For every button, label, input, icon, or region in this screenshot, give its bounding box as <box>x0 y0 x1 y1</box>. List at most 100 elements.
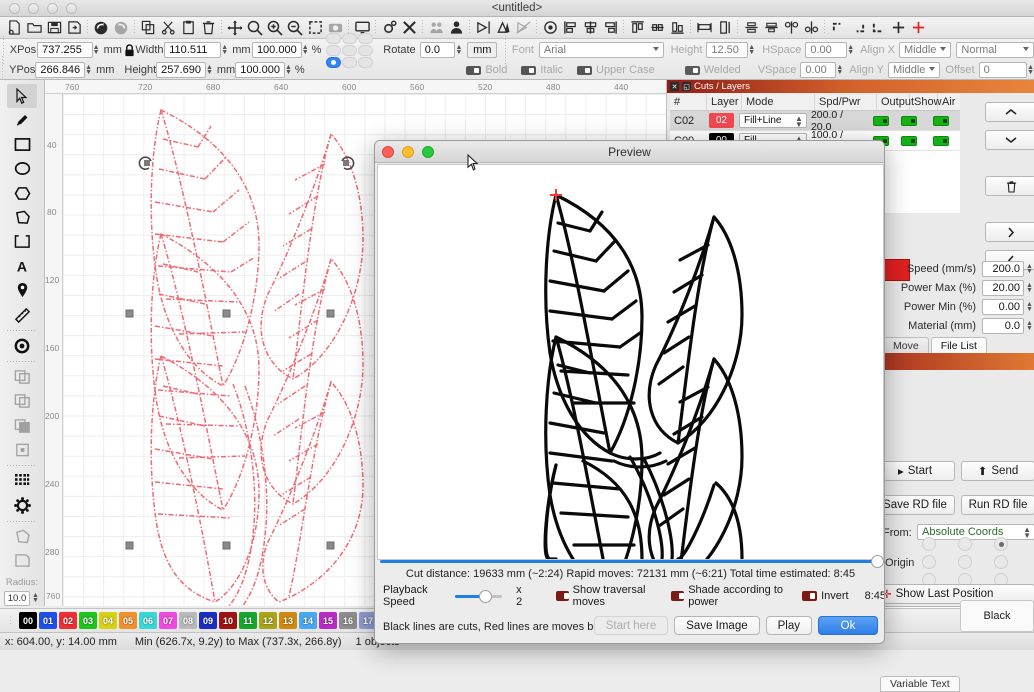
aligny-select[interactable]: Middle <box>888 62 941 78</box>
save-icon[interactable] <box>44 18 64 38</box>
origin-grid[interactable] <box>922 537 1028 589</box>
speed-input[interactable]: 200.0 <box>982 261 1024 277</box>
move-icon[interactable] <box>225 18 245 38</box>
palette-color-10[interactable]: 10 <box>219 612 237 629</box>
float-window-icon[interactable]: ◱ <box>682 82 691 91</box>
close-path-icon[interactable] <box>513 18 533 38</box>
circular-array-icon[interactable] <box>7 493 37 517</box>
boolean-subtract-icon[interactable] <box>7 389 37 413</box>
group-icon[interactable] <box>426 18 446 38</box>
redo-icon[interactable] <box>111 18 131 38</box>
polygon-tool[interactable] <box>7 181 37 205</box>
trace-shape-icon[interactable] <box>7 525 37 549</box>
boolean-intersect-icon[interactable] <box>7 414 37 438</box>
progress-knob[interactable] <box>871 555 884 568</box>
palette-color-15[interactable]: 15 <box>319 612 337 629</box>
material-stepper[interactable]: ▲ ▼ <box>1025 318 1034 334</box>
power-min-stepper-right[interactable]: ▲ ▼ <box>1025 299 1034 315</box>
mode-select[interactable]: Fill+Line ▲ ▼ <box>738 113 807 129</box>
align-left-icon[interactable] <box>560 18 580 38</box>
palette-color-04[interactable]: 04 <box>99 612 117 629</box>
tab-file-list[interactable]: File List <box>930 337 987 353</box>
preview-dialog[interactable]: Preview Cut distance: 19633 mm (~2:24) R… <box>374 140 885 644</box>
anchor-tr[interactable] <box>358 32 374 44</box>
playback-speed-slider[interactable] <box>455 589 503 603</box>
settings-gear-icon[interactable] <box>379 18 399 38</box>
anchor-mr[interactable] <box>358 44 374 56</box>
output-toggle[interactable] <box>872 115 889 126</box>
layer-swatch[interactable]: 02 <box>708 113 734 128</box>
align-right-icon[interactable] <box>600 18 620 38</box>
delete-icon[interactable] <box>198 18 218 38</box>
align-group-v-icon[interactable] <box>801 18 821 38</box>
align-center-h-icon[interactable] <box>580 18 600 38</box>
palette-color-14[interactable]: 14 <box>299 612 317 629</box>
text-height-stepper[interactable]: ▲ ▼ <box>748 42 755 58</box>
ruler-icon[interactable] <box>7 303 37 327</box>
grid-array-icon[interactable] <box>7 469 37 493</box>
ypos-input[interactable]: 266.846 <box>35 62 86 78</box>
palette-color-13[interactable]: 13 <box>279 612 297 629</box>
corner-bl-icon[interactable] <box>868 18 888 38</box>
save-image-button[interactable]: Save Image <box>674 616 760 635</box>
paste-icon[interactable] <box>178 18 198 38</box>
rotate-stepper[interactable]: ▲ ▼ <box>455 42 462 58</box>
distribute-v-icon[interactable] <box>714 18 734 38</box>
anchor-tc[interactable] <box>342 32 358 44</box>
power-max-stepper-right[interactable]: ▲ ▼ <box>1025 280 1034 296</box>
run-rd-file-button[interactable]: Run RD file <box>961 495 1034 515</box>
align-middle-v-icon[interactable] <box>647 18 667 38</box>
welded-switch[interactable] <box>684 65 700 75</box>
palette-color-01[interactable]: 01 <box>39 612 57 629</box>
cut-icon[interactable] <box>158 18 178 38</box>
bracket-tool[interactable] <box>7 230 37 254</box>
ungroup-icon[interactable] <box>446 18 466 38</box>
new-file-icon[interactable] <box>4 18 24 38</box>
center-target-icon[interactable] <box>540 18 560 38</box>
palette-color-16[interactable]: 16 <box>339 612 357 629</box>
show-traversal-switch[interactable] <box>555 591 569 601</box>
offset-input[interactable]: 0 <box>978 62 1028 78</box>
tab-move[interactable]: Move <box>883 337 929 353</box>
palette-color-11[interactable]: 11 <box>239 612 257 629</box>
offset-stepper[interactable]: ▲ ▼ <box>1027 62 1034 78</box>
close-icon[interactable]: ✕ <box>670 82 679 91</box>
width-percent-stepper[interactable]: ▲ ▼ <box>302 42 309 58</box>
bold-toggle[interactable]: Bold <box>466 64 507 76</box>
uppercase-toggle[interactable]: Upper Case <box>577 64 655 76</box>
palette-color-00[interactable]: 00 <box>19 612 37 629</box>
palette-color-07[interactable]: 07 <box>159 612 177 629</box>
mirror-horizontal-icon[interactable] <box>473 18 493 38</box>
rotate-handle-tl[interactable] <box>137 155 154 175</box>
rotate-handle-tr[interactable] <box>339 155 356 175</box>
distribute-h-icon[interactable] <box>694 18 714 38</box>
height-input[interactable]: 257.690 <box>156 62 206 78</box>
align-group-h-icon[interactable] <box>781 18 801 38</box>
crosshair-red-icon[interactable] <box>908 18 928 38</box>
shade-power-switch[interactable] <box>671 591 685 601</box>
radius-control[interactable]: 10.0 ▲ ▼ <box>4 590 40 606</box>
height-stepper[interactable]: ▲ ▼ <box>206 62 213 78</box>
move-up-icon[interactable] <box>985 102 1034 122</box>
zoom-out-icon[interactable] <box>285 18 305 38</box>
tab-variable-text[interactable]: Variable Text <box>880 676 960 692</box>
shade-power-toggle[interactable]: Shade according to power <box>671 584 786 608</box>
start-button[interactable]: ▸ Start <box>875 461 955 481</box>
align-bottom-icon[interactable] <box>667 18 687 38</box>
anchor-ml[interactable] <box>326 44 342 56</box>
palette-color-09[interactable]: 09 <box>199 612 217 629</box>
show-traversal-toggle[interactable]: Show traversal moves <box>555 584 656 608</box>
origin-tr[interactable] <box>994 537 1008 551</box>
power-max-input[interactable]: 20.00 <box>982 280 1024 296</box>
align-group-left-icon[interactable] <box>741 18 761 38</box>
air-toggle[interactable] <box>933 115 950 126</box>
origin-mr[interactable] <box>994 555 1008 569</box>
delete-icon[interactable] <box>985 176 1034 196</box>
power-min-input[interactable]: 0.00 <box>982 299 1024 315</box>
vspace-stepper[interactable]: ▲ ▼ <box>836 62 843 78</box>
ring-offset-icon[interactable] <box>7 334 37 358</box>
palette-color-08[interactable]: 08 <box>179 612 197 629</box>
rotate-input[interactable]: 0.0 <box>419 42 456 58</box>
boolean-exclude-icon[interactable] <box>7 438 37 462</box>
rectangle-tool[interactable] <box>7 133 37 157</box>
